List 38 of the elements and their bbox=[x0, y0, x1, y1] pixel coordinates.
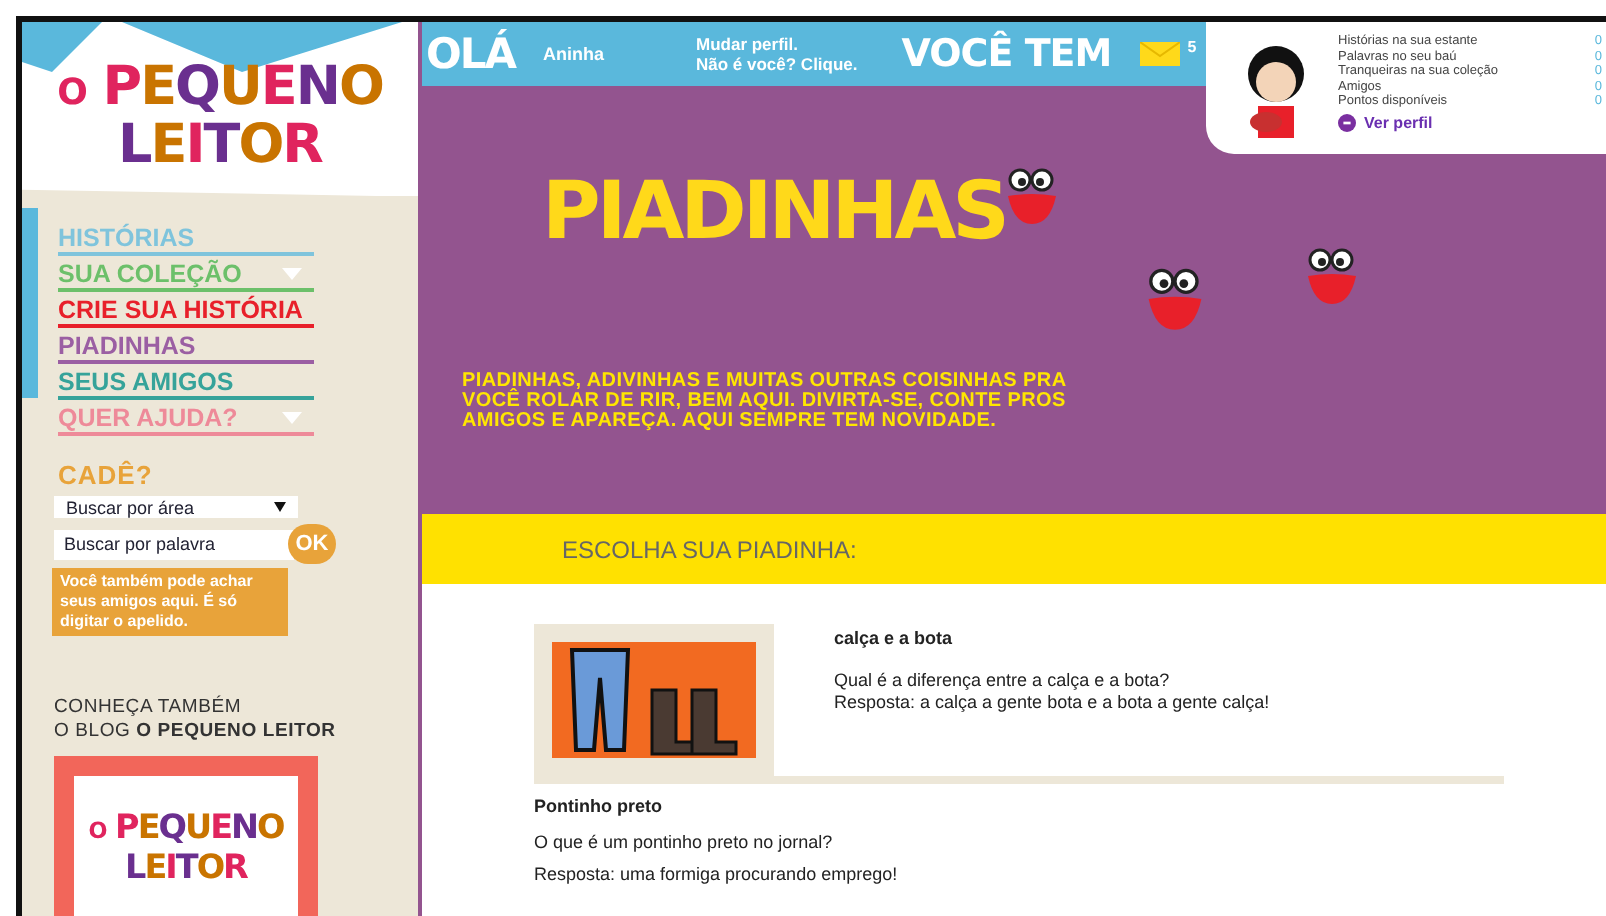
cartoon-face-icon bbox=[1302, 246, 1362, 306]
search-title: CADÊ? bbox=[58, 460, 155, 491]
joke-question: Qual é a diferença entre a calça e a bota? bbox=[834, 670, 1172, 692]
message-count: 5 bbox=[1187, 38, 1197, 56]
greeting: OLÁ bbox=[426, 30, 515, 78]
nav-link[interactable]: SEUS AMIGOS bbox=[58, 364, 314, 401]
envelope-icon[interactable] bbox=[1139, 42, 1180, 66]
logo-text: O PEQUENO bbox=[57, 62, 383, 121]
nav-link[interactable]: CRIE SUA HISTÓRIA bbox=[58, 292, 314, 329]
nav-link[interactable]: SUA COLEÇÃO bbox=[58, 256, 314, 293]
you-have-label: VOCÊ TEM bbox=[901, 32, 1112, 76]
joke-question: O que é um pontinho preto no jornal? bbox=[534, 832, 835, 852]
ok-button[interactable]: OK bbox=[288, 524, 336, 564]
change-profile-link[interactable]: Mudar perfil. bbox=[696, 34, 858, 54]
joke-answer: Resposta: a calça a gente bota e a bota a gente calça! bbox=[834, 692, 1270, 714]
joke-title: Pontinho preto bbox=[534, 796, 664, 816]
nav-link[interactable]: QUER AJUDA? bbox=[58, 400, 314, 437]
search-tip: Você também pode achar seus amigos aqui. É só digitar o apelido. bbox=[52, 568, 288, 636]
logo-text: LEITOR bbox=[118, 120, 322, 173]
search-field[interactable]: Buscar por palavra bbox=[54, 529, 294, 559]
cartoon-face-icon bbox=[1002, 166, 1062, 226]
banner-title: PIADINHAS bbox=[542, 166, 1006, 258]
logo-text: LEITOR bbox=[125, 849, 247, 882]
banner-text: PIADINHAS, ADIVINHAS E MUITAS OUTRAS COISINHAS PRA VOCÊ ROLAR DE RIR, BEM AQUI. DIVIRTA-SE, CONTE PROS AMIGOS E APAREÇA. AQUI SEMPRE TEM NOVIDADE. bbox=[462, 372, 1068, 432]
joke-answer: Resposta: uma formiga procurando emprego! bbox=[534, 864, 900, 884]
joke-title: calça e a bota bbox=[834, 628, 955, 650]
arrow-circle-icon bbox=[1338, 113, 1356, 131]
section-title: ESCOLHA SUA PIADINHA: bbox=[562, 535, 857, 563]
blog-banner[interactable]: O PEQUENO LEITOR bbox=[54, 756, 318, 916]
view-profile-link[interactable]: Ver perfil bbox=[1338, 113, 1602, 131]
blog-heading: O BLOG O PEQUENO LEITOR bbox=[54, 720, 338, 744]
user-name: Aninha bbox=[543, 44, 604, 64]
logo-text: O PEQUENO bbox=[88, 810, 284, 849]
nav-link[interactable]: HISTÓRIAS bbox=[58, 220, 314, 257]
area-select[interactable]: Buscar por área bbox=[54, 496, 298, 518]
nav-link[interactable]: PIADINHAS bbox=[58, 328, 314, 365]
not-you-link[interactable]: Não é você? Clique. bbox=[696, 54, 858, 74]
blog-heading: CONHEÇA TAMBÉM bbox=[54, 696, 244, 720]
